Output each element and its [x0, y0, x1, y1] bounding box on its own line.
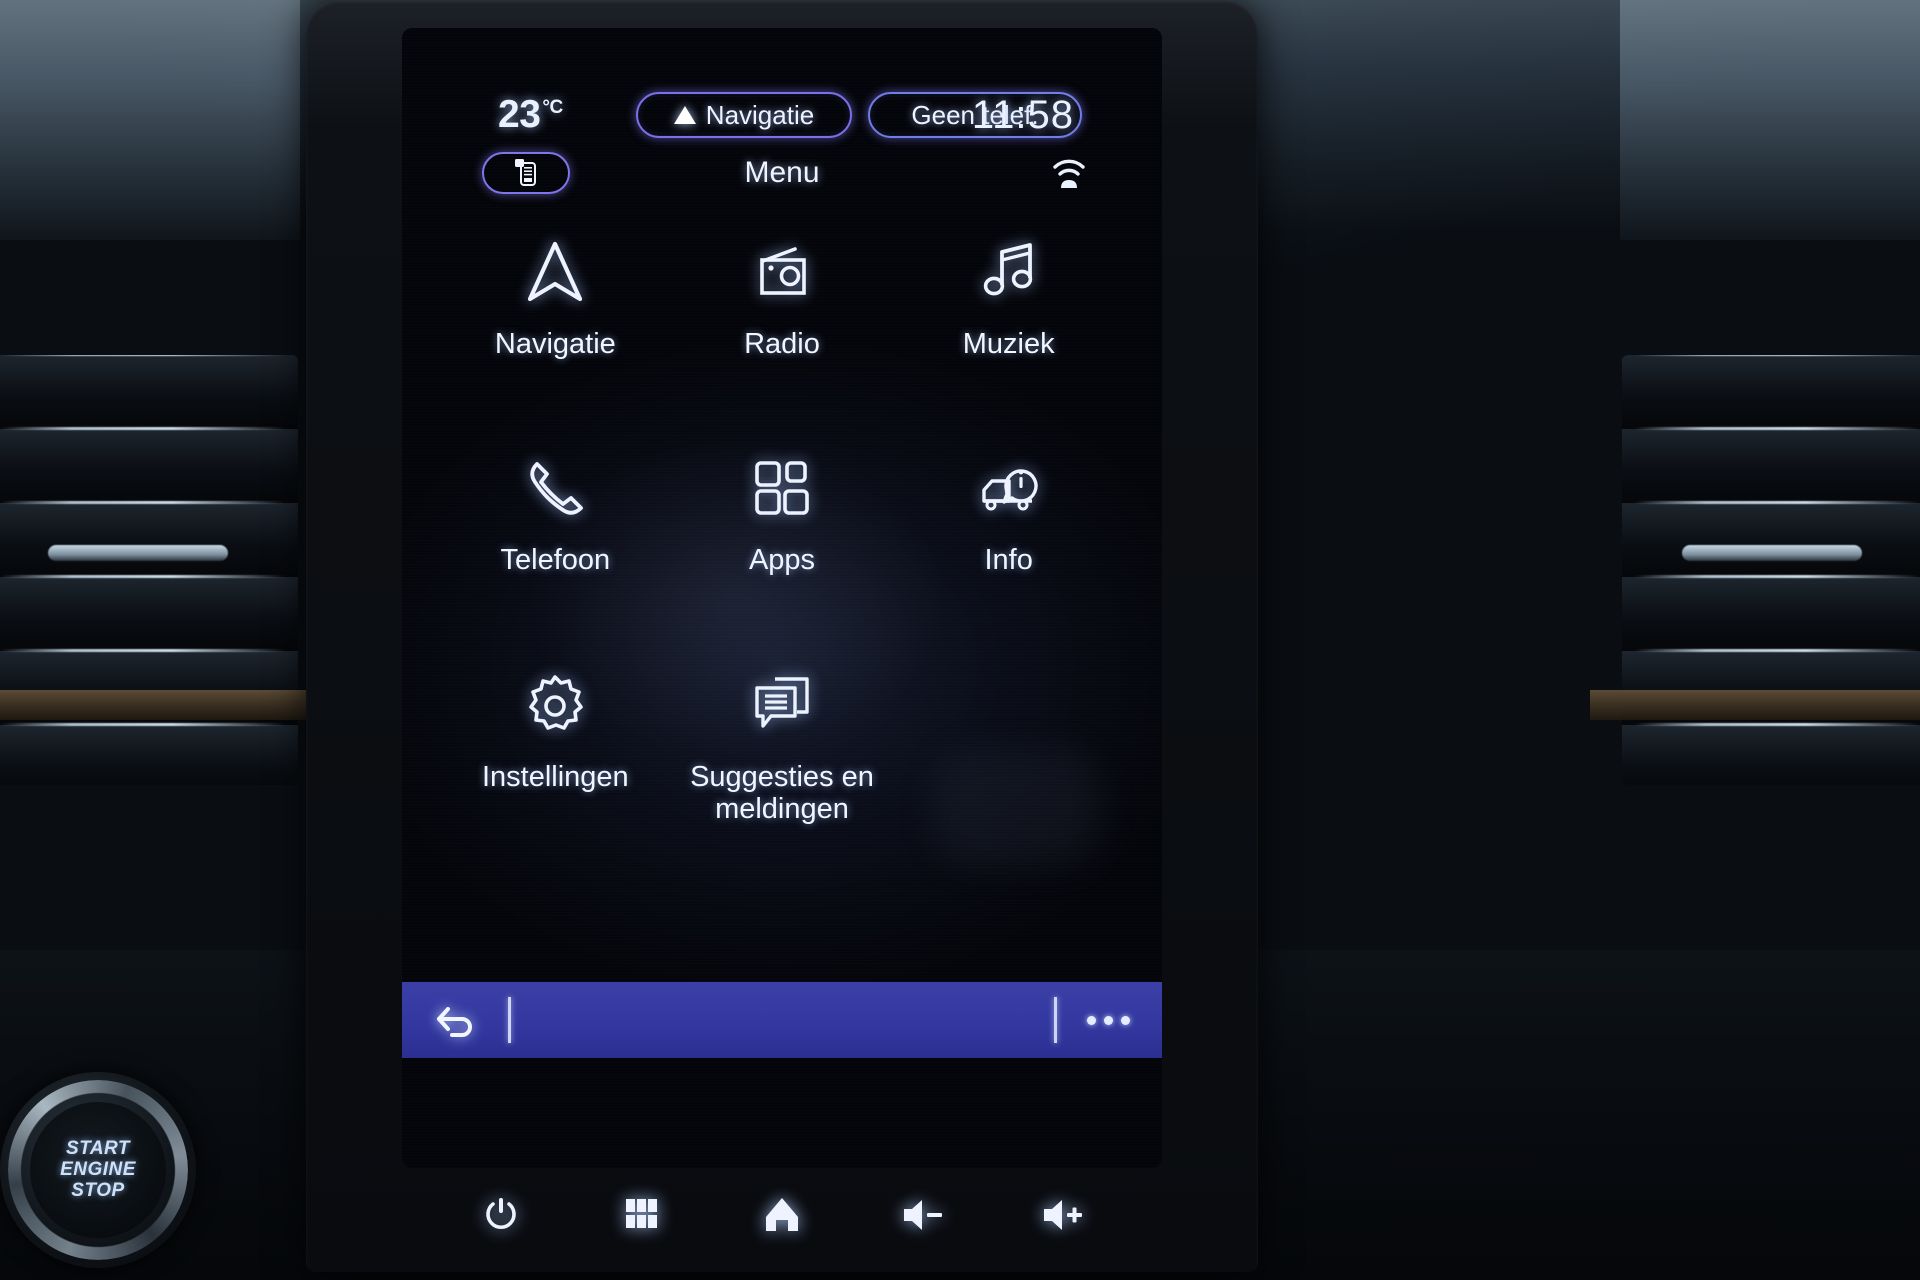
status-pill-navigation-label: Navigatie: [705, 99, 815, 130]
status-pill-navigation[interactable]: Navigatie: [636, 92, 852, 138]
menu-tile-label: Instellingen: [481, 760, 629, 793]
music-note-icon: [978, 238, 1040, 306]
apps-button[interactable]: [617, 1190, 667, 1240]
menu-tile-label: Telefoon: [500, 544, 611, 577]
menu-tile-apps[interactable]: Apps: [669, 454, 896, 576]
back-button[interactable]: [432, 997, 478, 1043]
menu-tile-muziek[interactable]: Muziek: [895, 238, 1122, 360]
car-dashboard: START ENGINE STOP 23 °C Navigatie Geen te…: [0, 0, 1920, 1280]
home-button[interactable]: [757, 1190, 807, 1240]
volume-down-button[interactable]: [898, 1190, 948, 1240]
menu-tile-label: Radio: [744, 328, 820, 360]
start-button-face: START ENGINE STOP: [30, 1102, 166, 1238]
volume-down-icon: [903, 1200, 942, 1230]
start-button-line1: START: [65, 1137, 131, 1159]
start-engine-stop-button[interactable]: START ENGINE STOP: [0, 1072, 196, 1268]
menu-tile-label: Navigatie: [494, 328, 616, 360]
context-bar: [402, 982, 1162, 1058]
connectivity-status: [1048, 152, 1090, 194]
status-bar: 23 °C Navigatie Geen telef. 11:58: [402, 84, 1162, 146]
menu-tile-suggesties-en-meldingen[interactable]: Suggesties en meldingen: [669, 671, 896, 826]
menu-tile-telefoon[interactable]: Telefoon: [442, 454, 669, 576]
gear-icon: [523, 671, 587, 739]
windshield-reflection-left: [0, 0, 300, 240]
back-arrow-icon: [437, 1007, 472, 1037]
menu-tile-info[interactable]: Info: [895, 454, 1122, 576]
temperature-unit: °C: [542, 97, 563, 118]
wood-trim-right: [1590, 690, 1920, 720]
apps-grid-icon: [752, 454, 812, 522]
start-button-line3: STOP: [71, 1180, 125, 1202]
power-icon: [486, 1198, 516, 1230]
head-unit-bezel: 23 °C Navigatie Geen telef. 11:58 Menu N…: [306, 0, 1258, 1272]
more-options-button[interactable]: [1087, 1015, 1130, 1025]
menu-tile-navigatie[interactable]: Navigatie: [442, 238, 669, 360]
wood-trim-left: [0, 690, 330, 720]
wifi-car-icon: [1053, 159, 1085, 188]
radio-icon: [749, 238, 815, 306]
menu-tile-grid: Navigatie Radio Muziek Telefoon Apps Inf…: [442, 238, 1122, 826]
messages-icon: [749, 671, 815, 739]
context-bar-divider-right: [1054, 997, 1057, 1043]
more-dots-icon: [1104, 1015, 1113, 1025]
menu-tile-instellingen[interactable]: Instellingen: [442, 671, 669, 826]
menu-tile-radio[interactable]: Radio: [669, 238, 896, 360]
volume-up-button[interactable]: [1038, 1190, 1088, 1240]
menu-tile-label: Info: [984, 544, 1033, 577]
phone-handset-icon: [523, 454, 587, 522]
menu-tile-label: Apps: [748, 544, 816, 577]
air-vent-left: [0, 355, 298, 785]
air-vent-right: [1622, 355, 1920, 785]
navigation-arrow-icon: [673, 106, 696, 124]
power-button[interactable]: [476, 1190, 526, 1240]
start-button-line2: ENGINE: [60, 1158, 136, 1180]
more-dots-icon: [1087, 1015, 1096, 1025]
home-icon: [766, 1198, 798, 1231]
context-bar-divider-left: [508, 997, 511, 1043]
menu-tile-label: Suggesties en meldingen: [690, 760, 874, 826]
navigation-arrow-icon: [524, 238, 586, 306]
windshield-reflection-right: [1620, 0, 1920, 240]
temperature-value: 23: [498, 93, 541, 136]
hardware-key-row: [402, 1178, 1162, 1252]
clock: 11:58: [971, 92, 1074, 137]
title-bar: Menu: [402, 148, 1162, 210]
apps-grid-icon: [625, 1199, 657, 1228]
car-info-icon: [976, 454, 1042, 522]
infotainment-screen[interactable]: 23 °C Navigatie Geen telef. 11:58 Menu N…: [402, 28, 1162, 1168]
volume-up-icon: [1044, 1200, 1082, 1230]
outside-temperature: 23 °C: [498, 93, 563, 137]
menu-tile-label: Muziek: [962, 328, 1055, 360]
more-dots-icon: [1121, 1015, 1130, 1025]
